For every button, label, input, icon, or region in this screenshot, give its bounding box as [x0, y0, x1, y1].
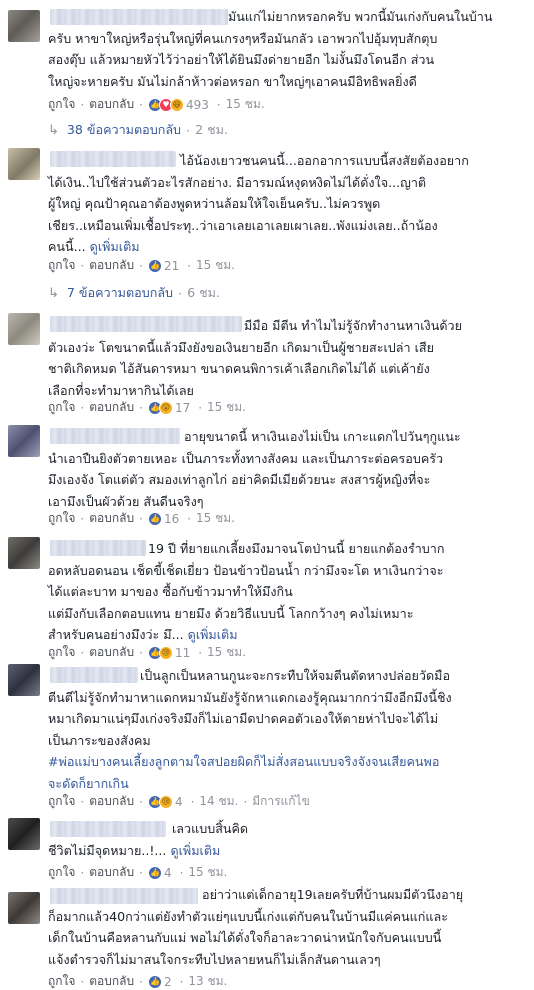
comment-text: มีมือ มีตีน ทำไมไม่รู้จักทำงานหาเงินด้วย… [48, 318, 462, 398]
avatar[interactable] [8, 148, 40, 180]
comment-text: มันแก่ไม่ยากหรอกครับ พวกนี้มันเก่งกับคนใ… [48, 9, 493, 89]
comment-time[interactable]: 15 ชม. [207, 398, 246, 417]
wow-reaction-icon: 😮 [158, 400, 173, 415]
reaction-count: 493 [185, 97, 209, 112]
reaction-count: 16 [163, 511, 180, 526]
reply-button[interactable]: ตอบกลับ [89, 643, 134, 662]
sad-reaction-icon: 😢 [158, 794, 173, 809]
reply-button[interactable]: ตอบกลับ [89, 95, 134, 114]
comment-actions: ถูกใจ · ตอบกลับ · 👍 😢 4 · 14 ชม. · มีการ… [48, 792, 310, 811]
view-replies-link[interactable]: ↳ 38 ข้อความตอบกลับ · 2 ชม. [48, 120, 228, 140]
reactions-summary[interactable]: 👍 ♥ 😆 493 [147, 97, 209, 112]
reactions-summary[interactable]: 👍 😢 11 [147, 645, 191, 660]
avatar[interactable] [8, 425, 40, 457]
like-reaction-icon: 👍 [147, 258, 162, 273]
reply-button[interactable]: ตอบกลับ [89, 972, 134, 990]
comment-time[interactable]: 15 ชม. [207, 643, 246, 662]
reply-button[interactable]: ตอบกลับ [89, 398, 134, 417]
reaction-count: 11 [174, 645, 191, 660]
like-button[interactable]: ถูกใจ [48, 509, 75, 528]
sad-reaction-icon: 😢 [158, 645, 173, 660]
like-button[interactable]: ถูกใจ [48, 398, 75, 417]
comment-actions: ถูกใจ · ตอบกลับ · 👍 4 · 15 ชม. [48, 863, 227, 882]
avatar[interactable] [8, 664, 40, 696]
reaction-count: 21 [163, 258, 180, 273]
avatar[interactable] [8, 313, 40, 345]
reaction-count: 4 [163, 865, 172, 880]
see-more-link[interactable]: ดูเพิ่มเติม [170, 843, 220, 858]
reactions-summary[interactable]: 👍 16 [147, 511, 180, 526]
edited-label[interactable]: มีการแก้ไข [252, 792, 310, 811]
reactions-summary[interactable]: 👍 😮 17 [147, 400, 191, 415]
avatar[interactable] [8, 537, 40, 569]
comment-actions: ถูกใจ · ตอบกลับ · 👍 ♥ 😆 493 · 15 ชม. [48, 95, 265, 114]
avatar[interactable] [8, 818, 40, 850]
reaction-count: 2 [163, 974, 172, 989]
like-reaction-icon: 👍 [147, 974, 162, 989]
comment-time[interactable]: 15 ชม. [196, 256, 235, 275]
replies-time: 2 ชม. [195, 122, 228, 137]
haha-reaction-icon: 😆 [169, 97, 184, 112]
comment-actions: ถูกใจ · ตอบกลับ · 👍 😢 11 · 15 ชม. [48, 643, 246, 662]
comment-text: เลวแบบสิ้นคิด ชีวิตไม่มีจุดหมาย..!... ดู… [48, 821, 249, 858]
hashtag-link[interactable]: #พ่อแม่บางคนเลี้ยงลูกตามใจสปอยผิดก็ไม่สั… [48, 754, 439, 791]
comment-time[interactable]: 15 ชม. [226, 95, 265, 114]
like-button[interactable]: ถูกใจ [48, 643, 75, 662]
reply-arrow-icon: ↳ [48, 122, 59, 138]
like-button[interactable]: ถูกใจ [48, 95, 75, 114]
comment-text: อย่าว่าแต่เด็กอายุ19เลยครับที่บ้านผมมีตั… [48, 887, 464, 967]
replies-label: 38 ข้อความตอบกลับ [66, 122, 182, 137]
comment-time[interactable]: 14 ชม. [199, 792, 238, 811]
avatar[interactable] [8, 892, 40, 924]
reactions-summary[interactable]: 👍 21 [147, 258, 180, 273]
like-reaction-icon: 👍 [147, 511, 162, 526]
comment-actions: ถูกใจ · ตอบกลับ · 👍 16 · 15 ชม. [48, 509, 235, 528]
comment-text: 19 ปี ที่ยายแกเลี้ยงมึงมาจนโตป่านนี้ ยาย… [48, 541, 445, 642]
like-button[interactable]: ถูกใจ [48, 863, 75, 882]
comment-text: อายุขนาดนี้ หาเงินเองไม่เป็น เกาะแดกไปวั… [48, 429, 461, 509]
comment-time[interactable]: 15 ชม. [196, 509, 235, 528]
comment-time[interactable]: 15 ชม. [188, 863, 227, 882]
reactions-summary[interactable]: 👍 2 [147, 974, 172, 989]
comment-actions: ถูกใจ · ตอบกลับ · 👍 😮 17 · 15 ชม. [48, 398, 246, 417]
reply-button[interactable]: ตอบกลับ [89, 863, 134, 882]
avatar[interactable] [8, 10, 40, 42]
view-replies-link[interactable]: ↳ 7 ข้อความตอบกลับ · 6 ชม. [48, 283, 220, 303]
reply-arrow-icon: ↳ [48, 285, 59, 301]
comment-text: เป็นลูกเป็นหลานกูนะจะกระทืบให้จมตีนตัดหา… [48, 668, 452, 791]
reaction-count: 17 [174, 400, 191, 415]
reply-button[interactable]: ตอบกลับ [89, 256, 134, 275]
reactions-summary[interactable]: 👍 4 [147, 865, 172, 880]
reactions-summary[interactable]: 👍 😢 4 [147, 794, 183, 809]
comment-actions: ถูกใจ · ตอบกลับ · 👍 21 · 15 ชม. [48, 256, 235, 275]
like-button[interactable]: ถูกใจ [48, 972, 75, 990]
like-button[interactable]: ถูกใจ [48, 256, 75, 275]
comment-text: ไอ้น้องเยาวชนคนนี้...ออกอาการแบบนี้สงสัย… [48, 153, 469, 254]
reply-button[interactable]: ตอบกลับ [89, 509, 134, 528]
replies-time: 6 ชม. [187, 285, 220, 300]
reply-button[interactable]: ตอบกลับ [89, 792, 134, 811]
like-button[interactable]: ถูกใจ [48, 792, 75, 811]
replies-label: 7 ข้อความตอบกลับ [66, 285, 174, 300]
like-reaction-icon: 👍 [147, 865, 162, 880]
comment-time[interactable]: 13 ชม. [188, 972, 227, 990]
see-more-link[interactable]: ดูเพิ่มเติม [90, 239, 140, 254]
comment-actions: ถูกใจ · ตอบกลับ · 👍 2 · 13 ชม. [48, 972, 227, 990]
see-more-link[interactable]: ดูเพิ่มเติม [188, 627, 238, 642]
reaction-count: 4 [174, 794, 183, 809]
